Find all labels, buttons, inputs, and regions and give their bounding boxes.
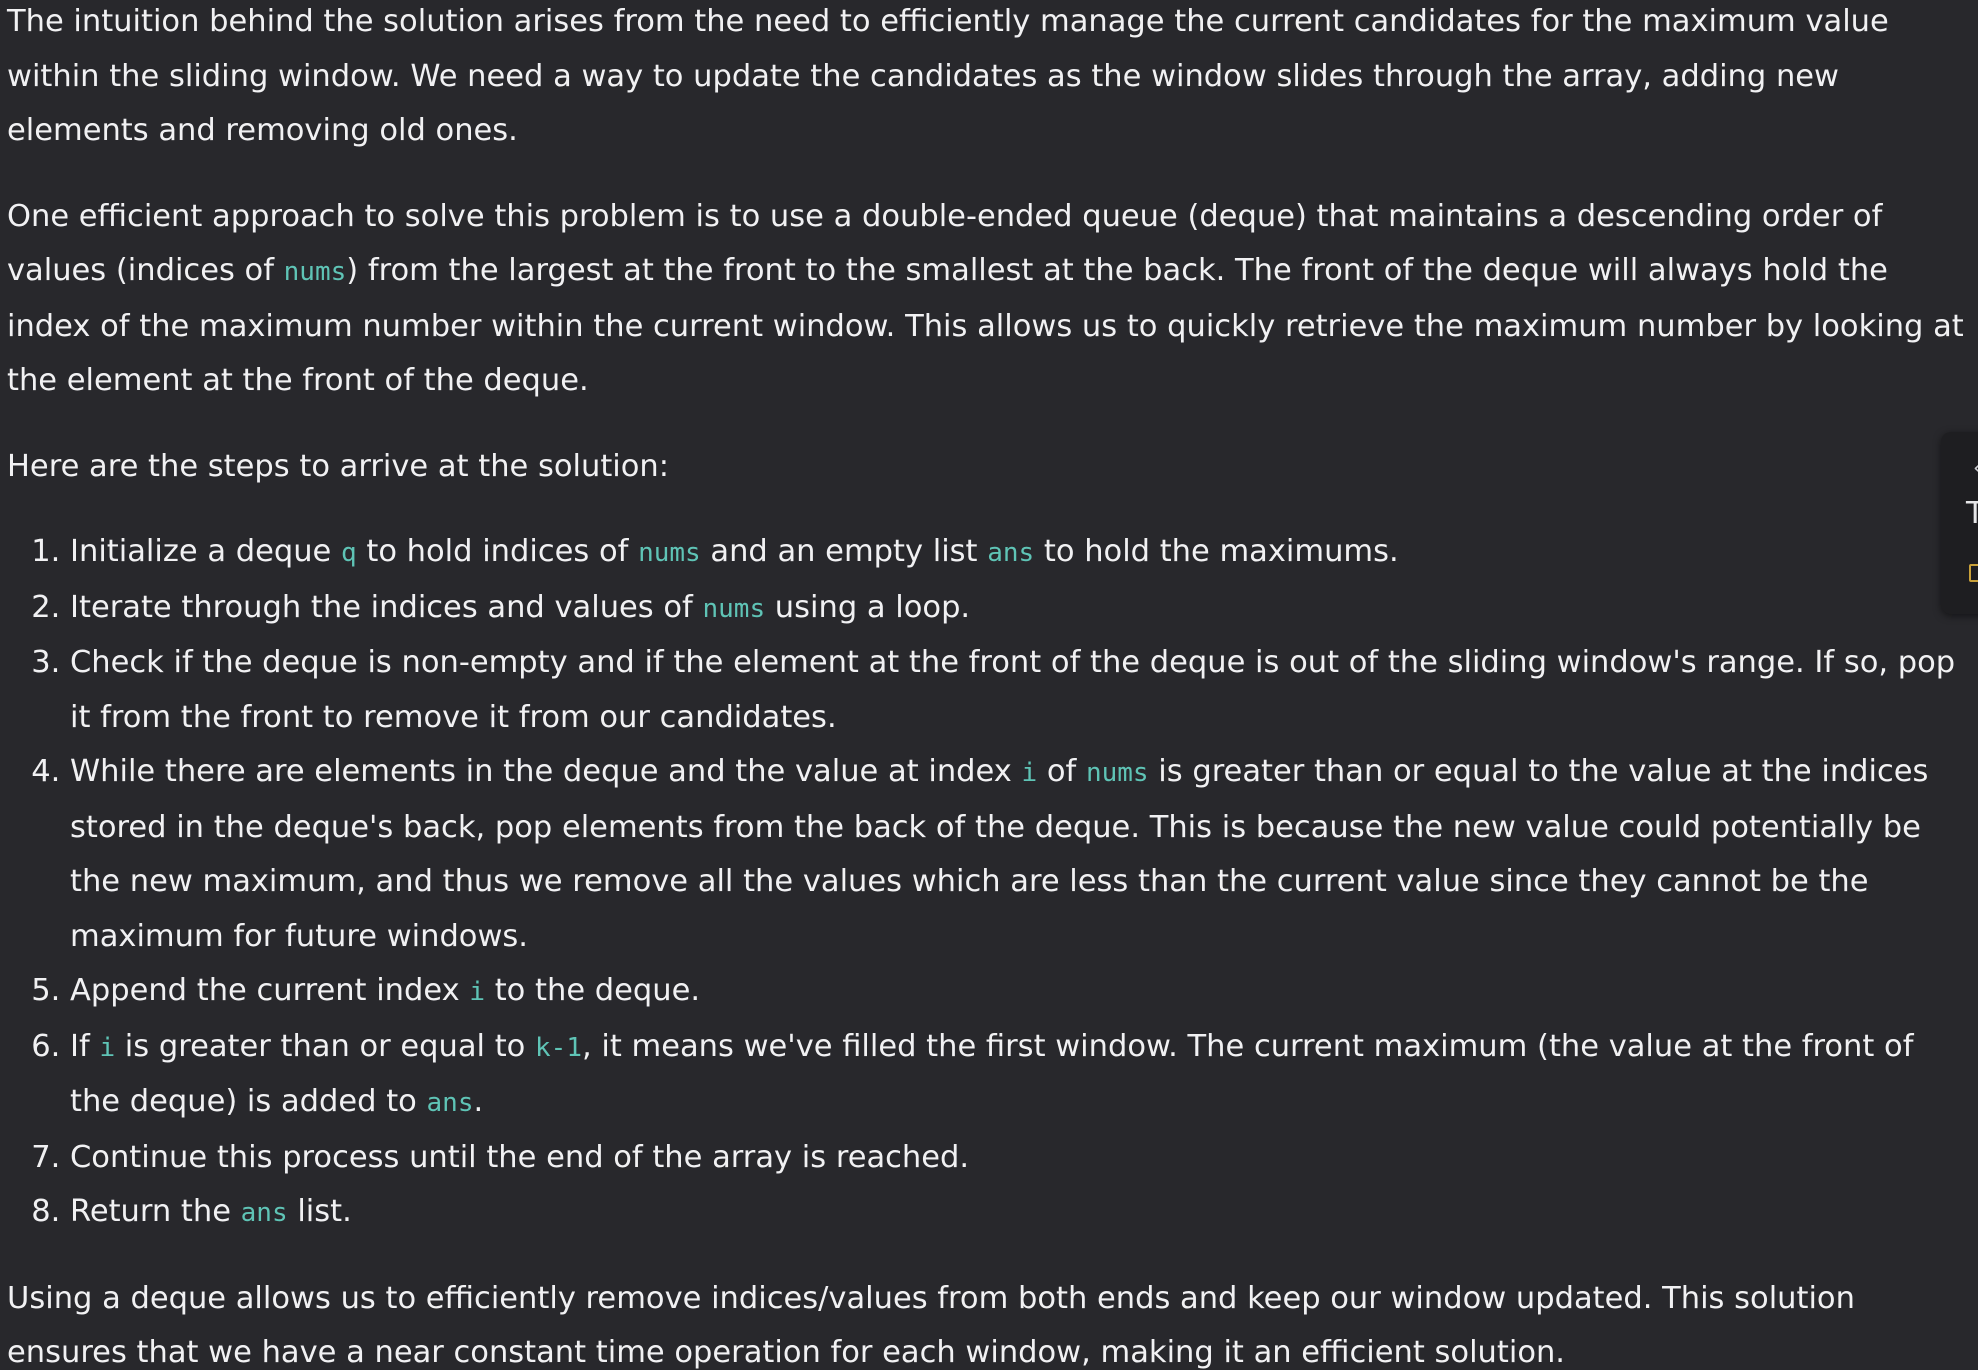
- step-3: Check if the deque is non-empty and if t…: [70, 636, 1967, 745]
- inline-code-nums: nums: [638, 538, 701, 568]
- side-panel-letter: T: [1966, 496, 1978, 531]
- chevron-left-icon[interactable]: ‹: [1973, 458, 1978, 480]
- step-5: Append the current index i to the deque.: [70, 964, 1967, 1020]
- step-text: Iterate through the indices and values o…: [70, 589, 703, 625]
- step-text: Append the current index: [70, 973, 470, 1008]
- inline-code-ans: ans: [426, 1088, 474, 1118]
- intro-paragraph: The intuition behind the solution arises…: [7, 4, 1889, 148]
- step-text: Initialize a deque: [70, 534, 342, 569]
- step-text: using a loop.: [765, 589, 971, 625]
- step-text: to hold indices of: [356, 534, 639, 569]
- approach-paragraph: One efficient approach to solve this pro…: [7, 190, 1967, 409]
- inline-code-q: q: [341, 538, 357, 568]
- step-text: of: [1037, 754, 1086, 789]
- step-text: and an empty list: [700, 534, 988, 569]
- step-text: Return the: [70, 1194, 241, 1229]
- step-text: list.: [287, 1194, 352, 1229]
- step-4: While there are elements in the deque an…: [70, 745, 1967, 964]
- step-6: If i is greater than or equal to k-1, it…: [70, 1020, 1967, 1131]
- inline-code-nums: nums: [702, 593, 766, 624]
- step-text: is greater than or equal to: [115, 1028, 536, 1064]
- inline-code-k-minus-1: k-1: [535, 1032, 582, 1063]
- step-text: Check if the deque is non-empty and if t…: [70, 645, 1956, 735]
- step-text: While there are elements in the deque an…: [70, 754, 1022, 789]
- steps-intro: Here are the steps to arrive at the solu…: [7, 448, 670, 484]
- side-panel-tab[interactable]: ‹ T: [1941, 432, 1978, 614]
- inline-code-i: i: [1021, 758, 1038, 788]
- step-8: Return the ans list.: [70, 1185, 1967, 1241]
- article-content: The intuition behind the solution arises…: [7, 0, 1967, 1370]
- inline-code-i: i: [469, 977, 486, 1007]
- step-7: Continue this process until the end of t…: [70, 1131, 1967, 1186]
- step-text: .: [473, 1084, 484, 1119]
- inline-code-nums: nums: [283, 257, 347, 287]
- steps-list: Initialize a deque q to hold indices of …: [7, 525, 1967, 1241]
- step-text: to the deque.: [485, 973, 701, 1008]
- inline-code-ans: ans: [240, 1198, 288, 1228]
- step-text: to hold the maximums.: [1034, 534, 1399, 569]
- step-1: Initialize a deque q to hold indices of …: [70, 525, 1967, 581]
- inline-code-nums: nums: [1085, 758, 1149, 788]
- step-2: Iterate through the indices and values o…: [70, 581, 1967, 637]
- inline-code-i: i: [99, 1032, 116, 1063]
- book-icon[interactable]: [1969, 564, 1978, 582]
- step-text: Continue this process until the end of t…: [70, 1139, 970, 1175]
- conclusion-paragraph: Using a deque allows us to efficiently r…: [7, 1280, 1855, 1370]
- inline-code-ans: ans: [987, 538, 1035, 568]
- step-text: If: [70, 1028, 100, 1064]
